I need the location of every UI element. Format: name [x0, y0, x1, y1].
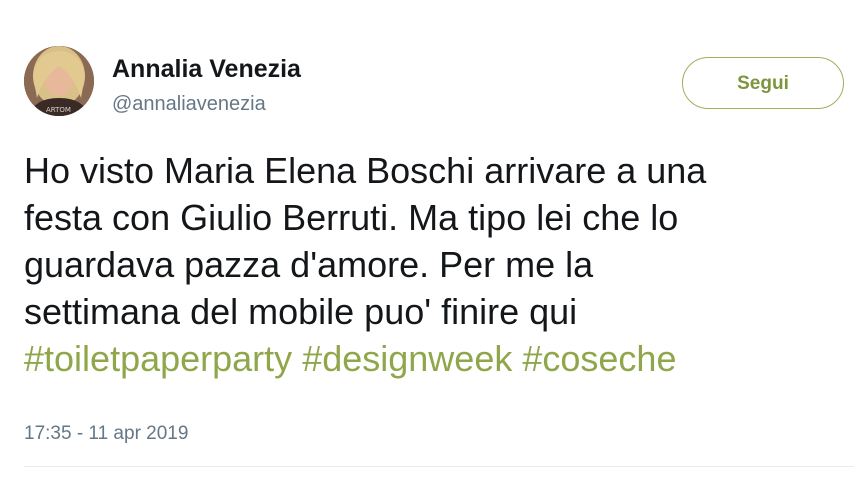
author-handle[interactable]: @annaliavenezia: [112, 93, 266, 116]
hashtag-line: #toiletpaperparty #designweek #coseche: [24, 335, 844, 382]
tweet-text: Ho visto Maria Elena Boschi arrivare a u…: [24, 147, 844, 382]
author-name[interactable]: Annalia Venezia: [112, 55, 301, 84]
tweet-text-line: festa con Giulio Berruti. Ma tipo lei ch…: [24, 197, 679, 238]
tweet-text-line: Ho visto Maria Elena Boschi arrivare a u…: [24, 150, 707, 191]
avatar-image: ARTOM: [24, 46, 94, 116]
tweet-text-line: settimana del mobile puo' finire qui: [24, 291, 578, 332]
tweet-text-line: guardava pazza d'amore. Per me la: [24, 244, 594, 285]
hashtag-link[interactable]: #toiletpaperparty: [24, 338, 292, 379]
svg-text:ARTOM: ARTOM: [46, 106, 71, 114]
follow-button[interactable]: Segui: [682, 57, 844, 109]
tweet-timestamp[interactable]: 17:35 - 11 apr 2019: [24, 423, 188, 445]
tweet-card: ARTOM Annalia Venezia @annaliavenezia Se…: [0, 0, 854, 480]
divider: [24, 466, 854, 467]
hashtag-link[interactable]: #designweek: [302, 338, 512, 379]
hashtag-link[interactable]: #coseche: [522, 338, 676, 379]
avatar[interactable]: ARTOM: [24, 46, 94, 116]
